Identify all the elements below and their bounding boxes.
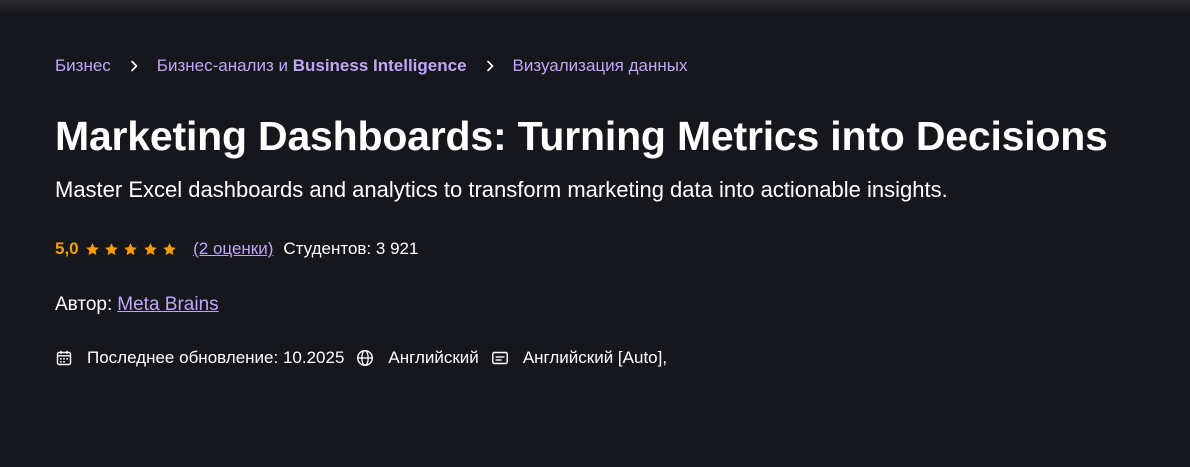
- course-header: Бизнес Бизнес-анализ и Business Intellig…: [55, 52, 1170, 370]
- last-update: Последнее обновление: 10.2025: [55, 348, 344, 368]
- meta-row: Последнее обновление: 10.2025 Английский: [55, 346, 1170, 370]
- author-link[interactable]: Meta Brains: [117, 294, 218, 316]
- author-label: Автор:: [55, 294, 113, 315]
- star-icon: [124, 242, 138, 255]
- author-row: Автор: Meta Brains: [55, 292, 1170, 318]
- star-icon: [85, 242, 99, 255]
- captions: Английский [Auto],: [491, 348, 667, 368]
- language-text: Английский: [388, 348, 479, 367]
- course-title: Marketing Dashboards: Turning Metrics in…: [55, 113, 1108, 159]
- breadcrumb-item-prefix: Бизнес-анализ и: [156, 56, 293, 75]
- star-icon: [105, 242, 118, 255]
- course-subtitle: Master Excel dashboards and analytics to…: [55, 177, 948, 202]
- breadcrumb: Бизнес Бизнес-анализ и Business Intellig…: [55, 52, 1170, 80]
- language: Английский: [356, 348, 479, 368]
- breadcrumb-item-business[interactable]: Бизнес: [55, 56, 111, 76]
- chevron-right-icon: [481, 57, 499, 75]
- breadcrumb-item-data-visualization[interactable]: Визуализация данных: [513, 56, 688, 76]
- breadcrumb-item-business-intelligence[interactable]: Бизнес-анализ и Business Intelligence: [157, 56, 467, 76]
- globe-icon: [356, 349, 374, 367]
- rating-row: 5,0 (2 оценки) Студентов: 3 921: [55, 237, 1170, 261]
- calendar-icon: [55, 349, 73, 367]
- chevron-right-icon: [125, 57, 143, 75]
- rating-count-link[interactable]: (2 оценки): [193, 239, 273, 259]
- rating-stars: [85, 242, 181, 257]
- students-count: Студентов: 3 921: [283, 239, 419, 258]
- last-update-text: Последнее обновление: 10.2025: [87, 348, 345, 367]
- rating-value: 5,0: [55, 239, 79, 258]
- star-icon: [162, 242, 176, 255]
- star-icon: [143, 242, 157, 255]
- captions-text: Английский [Auto],: [522, 348, 668, 367]
- top-shade: [0, 0, 1190, 14]
- closed-captions-icon: [491, 349, 509, 367]
- breadcrumb-item-bold: Business Intelligence: [292, 56, 467, 75]
